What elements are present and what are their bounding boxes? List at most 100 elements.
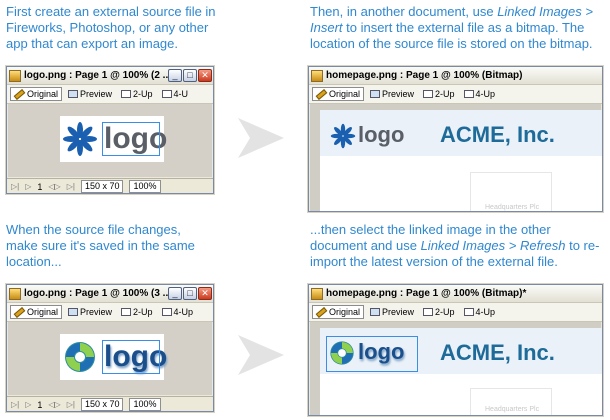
play-icon[interactable]: ▷ (25, 400, 31, 409)
two-up-icon (121, 90, 132, 98)
preview-icon (68, 90, 79, 98)
view-tabs: Original Preview 2-Up 4-Up (309, 303, 602, 322)
maximize-icon[interactable]: □ (183, 287, 197, 300)
tab-original[interactable]: Original (312, 87, 365, 101)
first-page-icon[interactable]: ▷| (11, 182, 19, 191)
canvas-area: logo ACME, Inc. Headquarters Plc (310, 322, 602, 415)
tab-4up-label: 4-Up (173, 307, 194, 317)
caption-step3: When the source file changes, make sure … (6, 222, 195, 269)
tab-preview-label: Preview (382, 89, 415, 99)
fireworks-icon (9, 69, 21, 82)
window-title: homepage.png : Page 1 @ 100% (Bitmap)* (326, 288, 527, 299)
tab-4up[interactable]: 4-U (159, 88, 192, 100)
logo-document-window: logo.png : Page 1 @ 100% (2 ... _ □ ✕ Or… (6, 66, 214, 194)
four-up-icon (463, 90, 474, 98)
logo-image[interactable]: logo (60, 116, 167, 162)
pencil-icon (13, 306, 26, 318)
tab-original[interactable]: Original (10, 87, 63, 101)
tab-preview[interactable]: Preview (65, 88, 115, 100)
prev-frame-icon[interactable]: ◁▷ (48, 182, 60, 191)
tab-original-label: Original (329, 307, 361, 317)
fireworks-icon (9, 287, 21, 300)
tab-2up[interactable]: 2-Up (420, 306, 458, 318)
tab-original[interactable]: Original (10, 305, 63, 319)
homepage-document-window-refreshed: homepage.png : Page 1 @ 100% (Bitmap)* O… (308, 284, 603, 416)
preview-icon (68, 308, 79, 316)
homepage-document-window: homepage.png : Page 1 @ 100% (Bitmap) Or… (308, 66, 603, 212)
two-up-icon (423, 90, 434, 98)
logo-text: logo (358, 122, 405, 147)
view-tabs: Original Preview 2-Up 4-U (7, 85, 213, 104)
starburst-logo-icon (330, 123, 356, 149)
tab-4up-label: 4-U (173, 89, 189, 99)
minimize-icon[interactable]: _ (168, 69, 182, 82)
tab-original-label: Original (27, 89, 59, 99)
logo-image[interactable]: logo (60, 334, 167, 380)
two-up-icon (423, 308, 434, 316)
pencil-icon (315, 88, 328, 100)
tab-original[interactable]: Original (312, 305, 365, 319)
tab-preview[interactable]: Preview (367, 88, 417, 100)
window-titlebar[interactable]: logo.png : Page 1 @ 100% (3 ... _ □ ✕ (7, 285, 213, 303)
pencil-icon (13, 88, 26, 100)
caption-step4-link: Linked Images > Refresh (420, 238, 566, 253)
close-icon[interactable]: ✕ (198, 69, 212, 82)
canvas-size: 150 x 70 (80, 180, 124, 193)
four-up-icon (161, 308, 172, 316)
fireworks-icon (311, 69, 323, 82)
tab-4up-label: 4-Up (475, 307, 496, 317)
tab-4up-label: 4-Up (475, 89, 496, 99)
fireworks-icon (311, 287, 323, 300)
minimize-icon[interactable]: _ (168, 287, 182, 300)
four-up-icon (463, 308, 474, 316)
tab-preview[interactable]: Preview (65, 306, 115, 318)
next-frame-icon[interactable]: ▷| (67, 400, 75, 409)
headquarters-label: Headquarters Plc (485, 204, 540, 211)
caption-step1: First create an external source file in … (6, 4, 216, 51)
homepage-canvas: logo ACME, Inc. Headquarters Plc (320, 328, 602, 415)
arrow-right-icon (238, 335, 284, 375)
status-bar: ▷| ▷ 1 ◁▷ ▷| 150 x 70 100% (7, 178, 213, 193)
logo-document-window-updated: logo.png : Page 1 @ 100% (3 ... _ □ ✕ Or… (6, 284, 214, 412)
tab-preview-label: Preview (80, 89, 113, 99)
linked-logo-bitmap[interactable]: logo (326, 336, 418, 372)
zoom-select[interactable]: 100% (129, 398, 161, 411)
window-titlebar[interactable]: logo.png : Page 1 @ 100% (2 ... _ □ ✕ (7, 67, 213, 85)
canvas-size: 150 x 70 (80, 398, 124, 411)
first-page-icon[interactable]: ▷| (11, 400, 19, 409)
close-icon[interactable]: ✕ (198, 287, 212, 300)
selection-box (102, 340, 160, 374)
play-icon[interactable]: ▷ (25, 182, 31, 191)
prev-frame-icon[interactable]: ◁▷ (48, 400, 60, 409)
page-number: 1 (37, 399, 43, 410)
four-up-icon (161, 90, 172, 98)
tab-original-label: Original (27, 307, 59, 317)
tab-4up[interactable]: 4-Up (461, 306, 499, 318)
next-frame-icon[interactable]: ▷| (67, 182, 75, 191)
maximize-icon[interactable]: □ (183, 69, 197, 82)
caption-step4: ...then select the linked image in the o… (310, 222, 606, 270)
caption-step2-a: Then, in another document, use (310, 4, 498, 19)
swirl-logo-icon (65, 342, 95, 372)
zoom-select[interactable]: 100% (129, 180, 161, 193)
tab-4up[interactable]: 4-Up (159, 306, 197, 318)
canvas-area: logo ACME, Inc. Headquarters Plc (310, 104, 602, 211)
preview-icon (370, 90, 381, 98)
linked-logo-bitmap[interactable]: logo (328, 120, 418, 154)
tab-2up-label: 2-Up (435, 307, 455, 317)
tab-2up[interactable]: 2-Up (420, 88, 458, 100)
headquarters-label: Headquarters Plc (485, 406, 540, 413)
tab-preview[interactable]: Preview (367, 306, 417, 318)
window-titlebar[interactable]: homepage.png : Page 1 @ 100% (Bitmap) (309, 67, 602, 85)
starburst-logo-icon (63, 122, 97, 156)
two-up-icon (121, 308, 132, 316)
window-titlebar[interactable]: homepage.png : Page 1 @ 100% (Bitmap)* (309, 285, 602, 303)
canvas-area: logo (8, 104, 212, 177)
tab-4up[interactable]: 4-Up (461, 88, 499, 100)
caption-step2: Then, in another document, use Linked Im… (310, 4, 606, 52)
company-name: ACME, Inc. (440, 122, 555, 147)
tab-original-label: Original (329, 89, 361, 99)
tab-2up[interactable]: 2-Up (118, 306, 156, 318)
tab-2up[interactable]: 2-Up (118, 88, 156, 100)
preview-icon (370, 308, 381, 316)
